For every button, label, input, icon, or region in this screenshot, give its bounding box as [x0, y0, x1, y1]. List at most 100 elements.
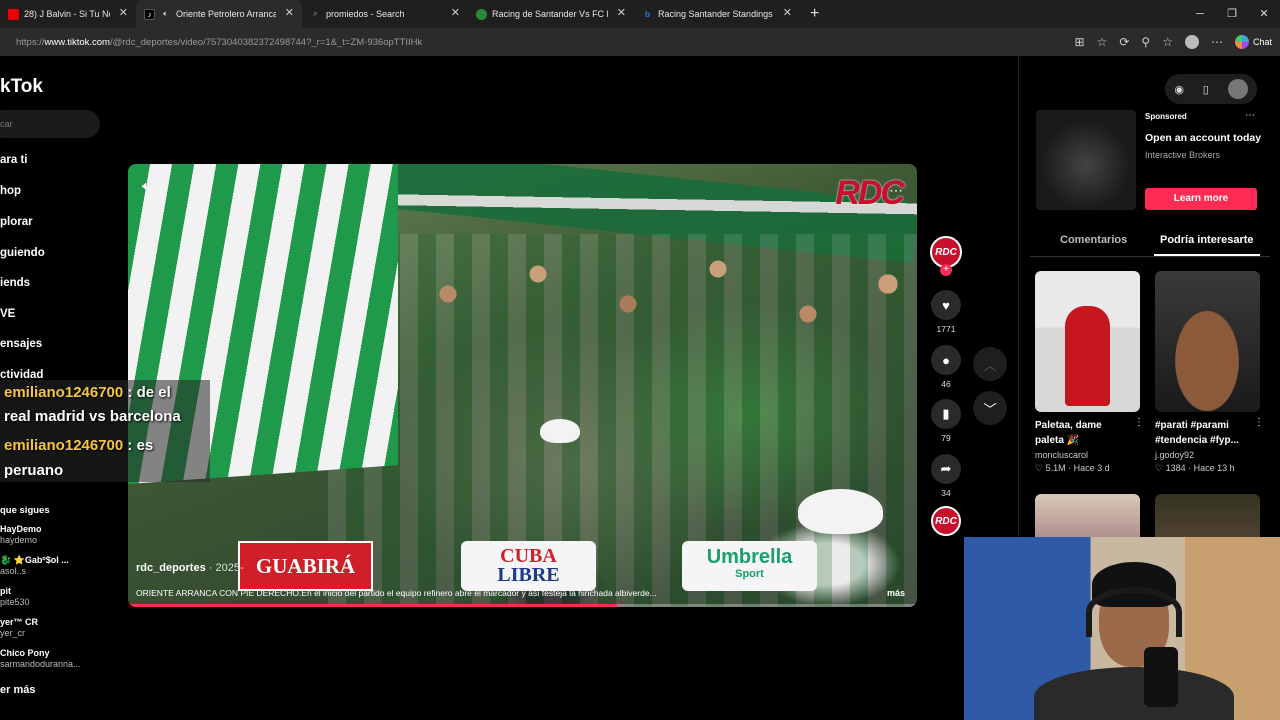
user-avatar[interactable]: [1227, 79, 1248, 99]
chat-message: peruano: [4, 462, 64, 479]
browser-tab-tiktok[interactable]: ♪ 🔈︎ Oriente Petrolero Arranca con ✕: [136, 0, 302, 28]
browser-tab-youtube[interactable]: 28) J Balvin - Si Tu Novio Te Deja ✕: [0, 0, 136, 28]
close-icon[interactable]: ✕: [783, 8, 792, 19]
recommended-video-card[interactable]: #parati #parami #tendencia #fyp... ⋮ j.g…: [1155, 271, 1264, 474]
music-disc-avatar[interactable]: RDC: [931, 506, 961, 536]
copilot-chat-button[interactable]: Chat: [1234, 35, 1272, 49]
video-scene-cap: [798, 489, 883, 534]
phone-icon[interactable]: ▯: [1203, 83, 1209, 96]
share-button[interactable]: ➦ 34: [928, 454, 964, 498]
close-icon[interactable]: ✕: [119, 8, 128, 19]
following-account[interactable]: pit pite530: [0, 586, 30, 608]
following-account[interactable]: Chico Pony sarmandoduranna...: [0, 648, 81, 670]
chevron-down-icon: ﹀: [983, 401, 997, 417]
webcam-microphone: [1144, 647, 1178, 707]
previous-video-button[interactable]: ︿: [973, 347, 1007, 381]
more-options-icon[interactable]: ⋯: [889, 182, 903, 199]
following-account[interactable]: 🐉 ⭐Gabº$ol ... asol..s: [0, 555, 69, 577]
video-user[interactable]: moncluscarol: [1035, 450, 1140, 460]
sponsor-umbrella: Umbrella Sport: [682, 541, 817, 591]
video-scene-crowd: [328, 234, 917, 607]
tab-label: Racing Santander Standings Socce: [658, 9, 774, 19]
copilot-icon: [1234, 35, 1249, 49]
video-player[interactable]: 🔈︎ RDC ⋯ GUABIRÁ CUBA LIBRE Umbrella Sport…: [128, 164, 917, 607]
tiktok-logo[interactable]: kTok: [0, 76, 43, 98]
restore-icon[interactable]: ❐: [1216, 0, 1248, 28]
nav-shop[interactable]: hop: [0, 185, 21, 197]
favorite-star-icon[interactable]: ☆: [1097, 35, 1108, 49]
close-icon[interactable]: ✕: [617, 8, 626, 19]
video-thumbnail[interactable]: [1035, 271, 1140, 412]
chat-message: real madrid vs barcelona: [4, 408, 181, 425]
comment-button[interactable]: ● 46: [928, 345, 964, 389]
tiktok-icon: ♪: [144, 8, 155, 20]
save-button[interactable]: ▮ 79: [928, 399, 964, 443]
new-tab-icon[interactable]: +: [810, 5, 819, 23]
tab-label: Oriente Petrolero Arranca con: [176, 9, 276, 19]
profile-avatar[interactable]: [1184, 35, 1199, 49]
recommended-video-card[interactable]: Paletaa, dame paleta 🎉 ⋮ moncluscarol ♡ …: [1035, 271, 1144, 474]
tabs-underline-track: [1030, 256, 1270, 257]
volume-icon[interactable]: 🔈︎: [142, 178, 150, 194]
nav-for-you[interactable]: ara ti: [0, 154, 28, 166]
tab-comments[interactable]: Comentarios: [1060, 234, 1127, 246]
video-author[interactable]: rdc_deportes · 2025-: [136, 562, 244, 574]
refresh-icon[interactable]: ⟳: [1119, 35, 1129, 49]
top-right-toolbar: ◉ ▯: [1165, 74, 1257, 104]
following-account[interactable]: yer™ CR yer_cr: [0, 617, 38, 639]
video-thumbnail[interactable]: [1155, 271, 1260, 412]
more-options-icon[interactable]: ⋮: [1134, 417, 1144, 428]
nav-messages[interactable]: ensajes: [0, 338, 42, 350]
browser-tab-search[interactable]: ⌕ promiedos - Search ✕: [302, 0, 468, 28]
like-button[interactable]: ♥ 1771: [928, 290, 964, 334]
sponsored-label: Sponsored: [1145, 112, 1187, 121]
video-meta: ♡ 5.1M · Hace 3 d: [1035, 463, 1110, 473]
nav-friends[interactable]: iends: [0, 277, 30, 289]
speaker-icon[interactable]: 🔈︎: [160, 9, 171, 20]
browser-tab-racing-barcelona[interactable]: Racing de Santander Vs FC Barcelo ✕: [468, 0, 634, 28]
follow-plus-icon[interactable]: +: [940, 264, 952, 276]
following-account[interactable]: HayDemo haydemo: [0, 524, 42, 546]
chevron-up-icon: ︿: [983, 357, 997, 373]
tab-label: Racing de Santander Vs FC Barcelo: [492, 9, 608, 19]
video-progress-bar[interactable]: [128, 604, 917, 607]
browser-tab-bar: 28) J Balvin - Si Tu Novio Te Deja ✕ ♪ 🔈…: [0, 0, 1280, 28]
stream-chat-overlay: emiliano1246700 : de el real madrid vs b…: [0, 380, 210, 482]
nav-explore[interactable]: plorar: [0, 216, 33, 228]
close-icon[interactable]: ✕: [451, 8, 460, 19]
share-icon: ➦: [931, 454, 961, 484]
tab-might-interest[interactable]: Podría interesarte: [1160, 234, 1254, 246]
close-window-icon[interactable]: ✕: [1248, 0, 1280, 28]
search-input[interactable]: car: [0, 110, 100, 138]
video-user[interactable]: j.godoy92: [1155, 450, 1260, 460]
learn-more-button[interactable]: Learn more: [1145, 188, 1257, 210]
compass-icon[interactable]: ◉: [1174, 83, 1184, 96]
extension-icon[interactable]: ⚲: [1141, 35, 1150, 49]
window-controls: ─ ❐ ✕: [1184, 0, 1280, 28]
nav-live[interactable]: VE: [0, 308, 15, 320]
video-description: ORIENTE ARRANCA CON PIE DERECHO.En el in…: [136, 588, 657, 598]
bing-icon: b: [645, 9, 650, 19]
menu-dots-icon[interactable]: ⋯: [1211, 35, 1223, 49]
video-meta: ♡ 1384 · Hace 13 h: [1155, 463, 1235, 473]
address-bar[interactable]: https://www.tiktok.com/@rdc_deportes/vid…: [0, 28, 1280, 56]
video-title[interactable]: Paletaa, dame paleta 🎉: [1035, 418, 1131, 448]
ad-title[interactable]: Open an account today: [1145, 132, 1261, 144]
chat-message: emiliano1246700 : es: [4, 437, 154, 454]
more-options-icon[interactable]: ⋮: [1254, 417, 1264, 428]
video-title[interactable]: #parati #parami #tendencia #fyp...: [1155, 418, 1251, 448]
webcam-headset: [1086, 587, 1182, 637]
next-video-button[interactable]: ﹀: [973, 391, 1007, 425]
favorites-icon[interactable]: ☆: [1162, 35, 1173, 49]
split-screen-icon[interactable]: ⊞: [1075, 35, 1085, 49]
minimize-icon[interactable]: ─: [1184, 0, 1216, 28]
browser-tab-standings[interactable]: b Racing Santander Standings Socce ✕: [634, 0, 800, 28]
see-more-description[interactable]: más: [887, 588, 905, 598]
comment-icon: ●: [931, 345, 961, 375]
nav-following[interactable]: guiendo: [0, 247, 45, 259]
ad-more-icon[interactable]: ⋯: [1245, 110, 1255, 121]
close-icon[interactable]: ✕: [285, 8, 294, 19]
see-more-link[interactable]: er más: [0, 684, 35, 696]
url-text[interactable]: https://www.tiktok.com/@rdc_deportes/vid…: [16, 37, 422, 48]
ad-thumbnail[interactable]: [1036, 110, 1136, 210]
